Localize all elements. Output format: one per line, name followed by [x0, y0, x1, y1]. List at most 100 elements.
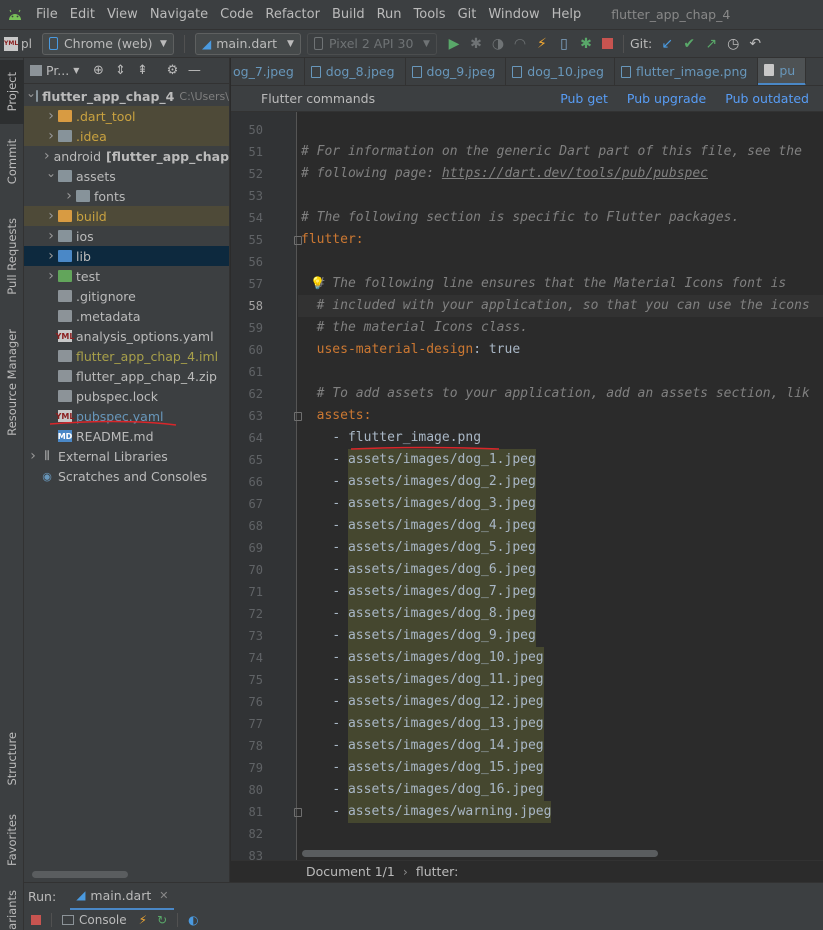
test-folder-icon: [58, 270, 72, 282]
tree-item[interactable]: ⌄ assets: [24, 166, 229, 186]
git-update-button[interactable]: ↙: [656, 33, 678, 55]
chevron-down-icon[interactable]: ⌄: [26, 86, 36, 100]
chevron-right-icon[interactable]: ›: [44, 248, 58, 264]
tree-item[interactable]: › .idea: [24, 126, 229, 146]
tree-item[interactable]: .metadata: [24, 306, 229, 326]
tool-tab-favorites[interactable]: Favorites: [0, 804, 24, 876]
tree-item[interactable]: › lib: [24, 246, 229, 266]
locate-icon[interactable]: ⊕: [87, 63, 109, 78]
stop-icon[interactable]: [31, 915, 41, 925]
editor-tab[interactable]: dog_9.jpeg: [406, 58, 507, 85]
attach-debugger-button[interactable]: ✱: [575, 33, 597, 55]
lightbulb-icon[interactable]: 💡: [310, 276, 325, 290]
menu-help[interactable]: Help: [546, 7, 588, 22]
chevron-right-icon[interactable]: ›: [44, 228, 58, 244]
tree-item[interactable]: › ios: [24, 226, 229, 246]
collapse-all-icon[interactable]: ⇞: [131, 63, 153, 78]
git-rollback-button[interactable]: ↶: [744, 33, 766, 55]
editor-horizontal-scrollbar[interactable]: [302, 850, 658, 857]
tool-tab-structure[interactable]: Structure: [0, 722, 24, 796]
tree-item[interactable]: ›android[flutter_app_chap_4: [24, 146, 229, 166]
menu-tools[interactable]: Tools: [408, 7, 452, 22]
menu-code[interactable]: Code: [214, 7, 259, 22]
editor-tab[interactable]: pu: [758, 58, 807, 85]
project-horizontal-scrollbar[interactable]: [32, 871, 128, 878]
tree-item[interactable]: › build: [24, 206, 229, 226]
run-button[interactable]: ▶: [443, 33, 465, 55]
expand-all-icon[interactable]: ⇕: [109, 63, 131, 78]
code-editor[interactable]: 50 51 52 53 54 55 56 57 58 59 60 61 62 63 64 65 66 67 68 69…: [231, 112, 823, 860]
debug-button[interactable]: ✱: [465, 33, 487, 55]
tree-item[interactable]: › ⫼ External Libraries: [24, 446, 229, 466]
minimize-icon[interactable]: —: [183, 63, 205, 78]
menu-file[interactable]: File: [30, 7, 64, 22]
chevron-right-icon[interactable]: ›: [44, 108, 58, 124]
menu-edit[interactable]: Edit: [64, 7, 101, 22]
tree-item[interactable]: pubspec.lock: [24, 386, 229, 406]
chevron-right-icon[interactable]: ›: [44, 268, 58, 284]
stop-button[interactable]: [597, 33, 619, 55]
chevron-right-icon[interactable]: ›: [44, 128, 58, 144]
menu-navigate[interactable]: Navigate: [144, 7, 214, 22]
git-push-button[interactable]: ↗: [700, 33, 722, 55]
run-config-select[interactable]: ◢ main.dart ▼: [194, 32, 301, 55]
apply-changes-button[interactable]: ▯: [553, 33, 575, 55]
pub-get-link[interactable]: Pub get: [560, 91, 608, 106]
breadcrumb-path[interactable]: flutter:: [416, 864, 458, 879]
hot-restart-icon[interactable]: ↻: [157, 913, 167, 927]
chevron-right-icon[interactable]: ›: [44, 208, 58, 224]
menu-run[interactable]: Run: [371, 7, 408, 22]
menu-view[interactable]: View: [101, 7, 144, 22]
menu-build[interactable]: Build: [326, 7, 371, 22]
chevron-down-icon[interactable]: ⌄: [44, 166, 58, 180]
tree-item[interactable]: YML analysis_options.yaml: [24, 326, 229, 346]
emulator-select[interactable]: Pixel 2 API 30 ▼: [306, 32, 437, 55]
lightning-icon[interactable]: ⚡: [139, 913, 147, 927]
coverage-button[interactable]: ◑: [487, 33, 509, 55]
git-commit-button[interactable]: ✔: [678, 33, 700, 55]
tree-item[interactable]: .gitignore: [24, 286, 229, 306]
tool-tab-pull-requests[interactable]: Pull Requests: [0, 208, 24, 304]
project-breadcrumb[interactable]: YML pl: [0, 36, 32, 51]
line-number: 79: [248, 761, 263, 775]
tree-item[interactable]: ◉ Scratches and Consoles: [24, 466, 229, 486]
tree-item[interactable]: › test: [24, 266, 229, 286]
editor-tab[interactable]: og_7.jpeg: [231, 58, 305, 85]
document-indicator[interactable]: Document 1/1: [306, 864, 395, 879]
yaml-list-dash: -: [332, 738, 348, 753]
editor-tab[interactable]: dog_8.jpeg: [305, 58, 406, 85]
code-link[interactable]: https://dart.dev/tools/pub/pubspec: [442, 166, 708, 181]
project-view-select[interactable]: Pr...: [46, 63, 69, 78]
tool-tab-project[interactable]: Project: [0, 60, 24, 124]
gear-icon[interactable]: ⚙: [161, 63, 183, 78]
chevron-right-icon[interactable]: ›: [62, 188, 76, 204]
chevron-right-icon[interactable]: ›: [44, 148, 50, 164]
menu-refactor[interactable]: Refactor: [259, 7, 326, 22]
git-history-button[interactable]: ◷: [722, 33, 744, 55]
line-number: 54: [248, 211, 263, 225]
chevron-right-icon[interactable]: ›: [26, 448, 40, 464]
editor-tab[interactable]: dog_10.jpeg: [506, 58, 615, 85]
asset-path: assets/images/dog_14.jpeg: [347, 735, 544, 757]
pub-upgrade-link[interactable]: Pub upgrade: [627, 91, 706, 106]
editor-tab[interactable]: flutter_image.png: [615, 58, 759, 85]
hot-reload-button[interactable]: ⚡: [531, 33, 553, 55]
tool-tab-resource-manager[interactable]: Resource Manager: [0, 320, 24, 444]
close-icon[interactable]: ✕: [159, 889, 168, 902]
profile-button[interactable]: ◠: [509, 33, 531, 55]
device-select[interactable]: Chrome (web) ▼: [41, 32, 174, 55]
tool-tab-build-variants[interactable]: ariants: [0, 890, 24, 930]
tree-item[interactable]: › .dart_tool: [24, 106, 229, 126]
run-tab-main-dart[interactable]: ◢ main.dart ✕: [70, 883, 175, 911]
tool-tab-commit[interactable]: Commit: [0, 134, 24, 190]
tree-item[interactable]: flutter_app_chap_4.zip: [24, 366, 229, 386]
tree-item[interactable]: ⌄ flutter_app_chap_4 C:\Users\: [24, 86, 229, 106]
yaml-list-dash: -: [332, 562, 348, 577]
tree-item[interactable]: › fonts: [24, 186, 229, 206]
tree-item[interactable]: flutter_app_chap_4.iml: [24, 346, 229, 366]
console-tab[interactable]: Console: [79, 913, 127, 927]
pub-outdated-link[interactable]: Pub outdated: [725, 91, 809, 106]
menu-window[interactable]: Window: [482, 7, 545, 22]
menu-git[interactable]: Git: [452, 7, 483, 22]
devtools-icon[interactable]: ◐: [188, 913, 198, 927]
